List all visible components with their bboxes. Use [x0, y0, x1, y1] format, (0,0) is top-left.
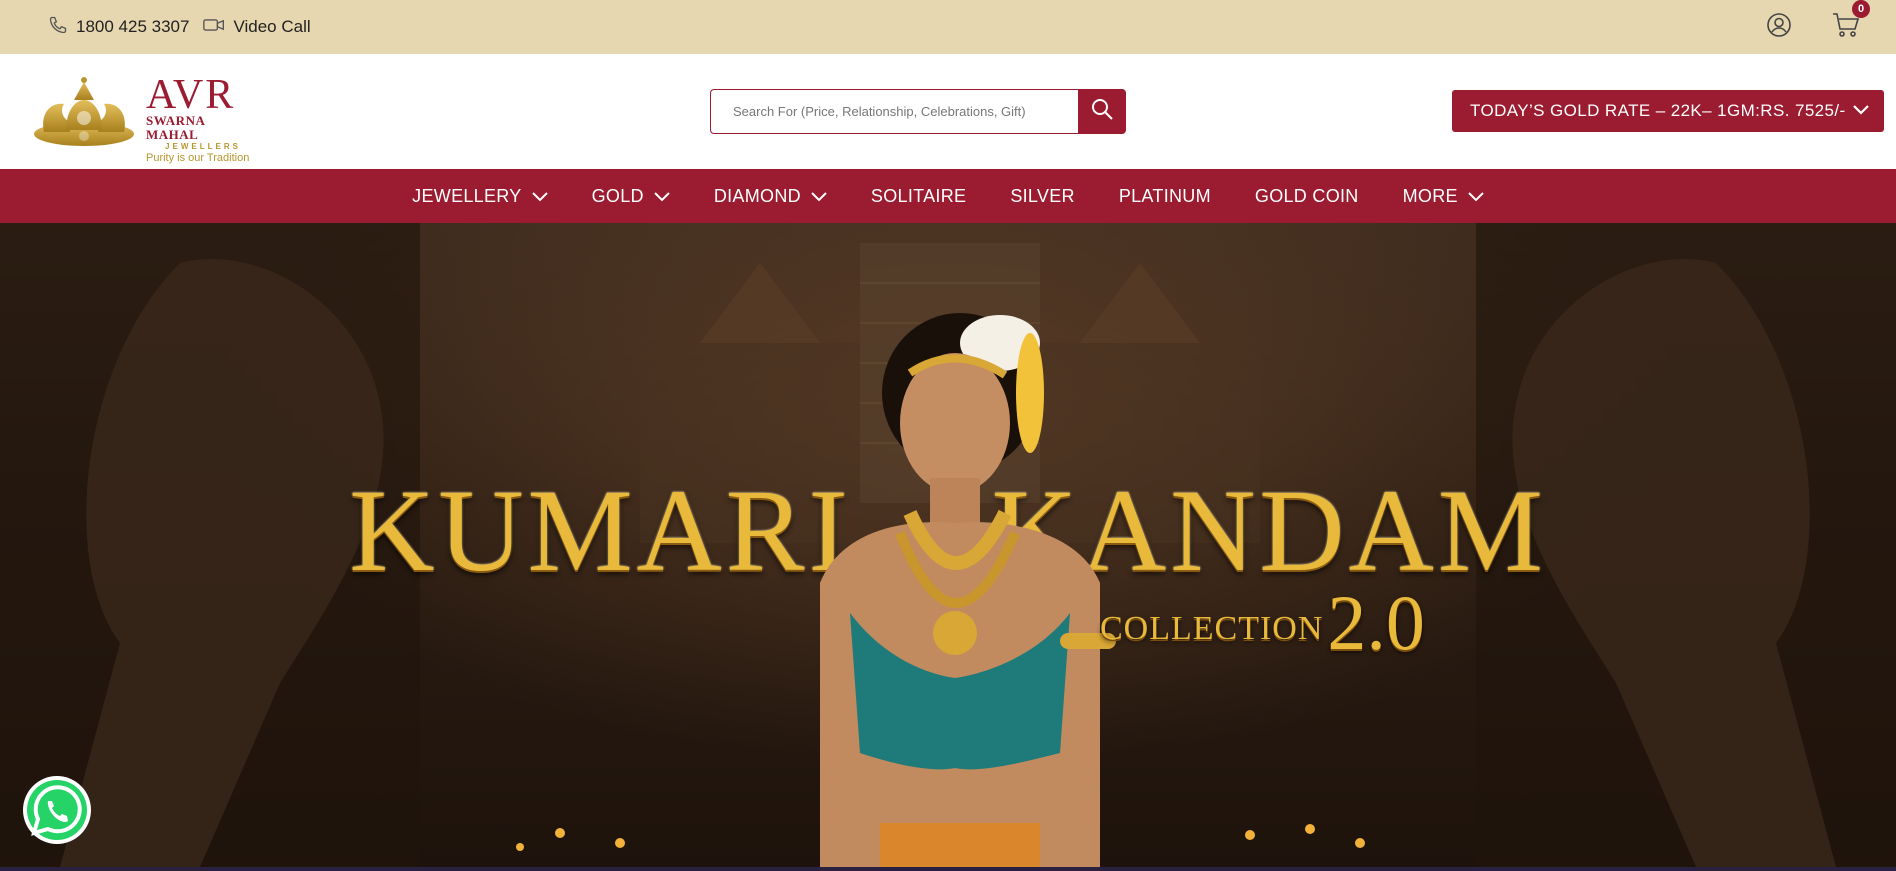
- video-call-link[interactable]: Video Call: [203, 16, 311, 39]
- nav-item-solitaire[interactable]: SOLITAIRE: [871, 186, 966, 207]
- logo-jewellers: JEWELLERS: [165, 142, 241, 151]
- hero-subtitle: COLLECTION 2.0: [1100, 579, 1425, 666]
- nav-item-label: PLATINUM: [1118, 185, 1211, 206]
- whatsapp-icon: [20, 776, 94, 851]
- nav-item-label: GOLD: [591, 185, 644, 206]
- phone-icon: [48, 15, 76, 40]
- nav-item-label: JEWELLERY: [412, 185, 522, 206]
- phone-link[interactable]: 1800 425 3307: [48, 15, 189, 40]
- page-divider: [0, 867, 1896, 871]
- nav-item-label: SOLITAIRE: [870, 185, 967, 206]
- nav-item-label: GOLD COIN: [1254, 185, 1359, 206]
- hero-banner[interactable]: KUMARI KANDAM COLLECTION 2.0: [0, 223, 1896, 867]
- chevron-down-icon: [644, 186, 670, 207]
- chevron-down-icon: [801, 186, 827, 207]
- phone-number: 1800 425 3307: [76, 17, 190, 36]
- cart-button[interactable]: 0: [1832, 0, 1870, 43]
- chevron-down-icon: [1458, 186, 1484, 207]
- video-call-label: Video Call: [233, 17, 311, 36]
- search-input[interactable]: [710, 89, 1078, 134]
- nav-item-label: MORE: [1402, 185, 1458, 206]
- header: AVR SWARNA MAHAL JEWELLERS Purity is our…: [0, 54, 1896, 169]
- chevron-down-icon: [522, 186, 548, 207]
- nav-item-gold-coin[interactable]: GOLD COIN: [1255, 186, 1359, 207]
- video-icon: [203, 16, 233, 39]
- search-button[interactable]: [1078, 89, 1126, 134]
- account-button[interactable]: [1766, 12, 1792, 43]
- top-bar: 1800 425 3307 Video Call 0: [0, 0, 1896, 54]
- logo-name: AVR: [146, 72, 236, 118]
- logo-emblem-icon: [34, 77, 134, 146]
- hero-version: 2.0: [1327, 579, 1425, 666]
- nav-item-jewellery[interactable]: JEWELLERY: [412, 185, 548, 207]
- nav-item-gold[interactable]: GOLD: [592, 186, 670, 207]
- cart-count-badge: 0: [1852, 0, 1870, 18]
- model-image: [820, 313, 1116, 867]
- nav-item-diamond[interactable]: DIAMOND: [714, 186, 827, 207]
- nav-item-more[interactable]: MORE: [1403, 186, 1484, 207]
- main-nav: JEWELLERY GOLD DIAMOND SOLITAIRE SILVER …: [0, 169, 1896, 223]
- nav-item-silver[interactable]: SILVER: [1010, 186, 1075, 207]
- nav-item-platinum[interactable]: PLATINUM: [1119, 186, 1211, 207]
- contact-info: 1800 425 3307 Video Call: [48, 0, 325, 54]
- nav-item-label: DIAMOND: [713, 185, 801, 206]
- gold-rate-label: TODAY’S GOLD RATE – 22K– 1GM:RS. 7525/-: [1470, 101, 1846, 120]
- chevron-down-icon: [1846, 101, 1870, 121]
- hero-collection: COLLECTION: [1100, 610, 1324, 647]
- logo-subtitle: SWARNA MAHAL: [146, 113, 205, 142]
- search-bar: [710, 89, 1126, 134]
- nav-item-label: SILVER: [1010, 185, 1075, 206]
- gold-rate-dropdown[interactable]: TODAY’S GOLD RATE – 22K– 1GM:RS. 7525/-: [1452, 90, 1884, 132]
- search-icon: [1090, 97, 1114, 126]
- logo[interactable]: AVR SWARNA MAHAL JEWELLERS Purity is our…: [30, 72, 260, 164]
- whatsapp-button[interactable]: [20, 773, 94, 847]
- user-icon: [1766, 12, 1792, 43]
- logo-tagline: Purity is our Tradition: [146, 152, 250, 164]
